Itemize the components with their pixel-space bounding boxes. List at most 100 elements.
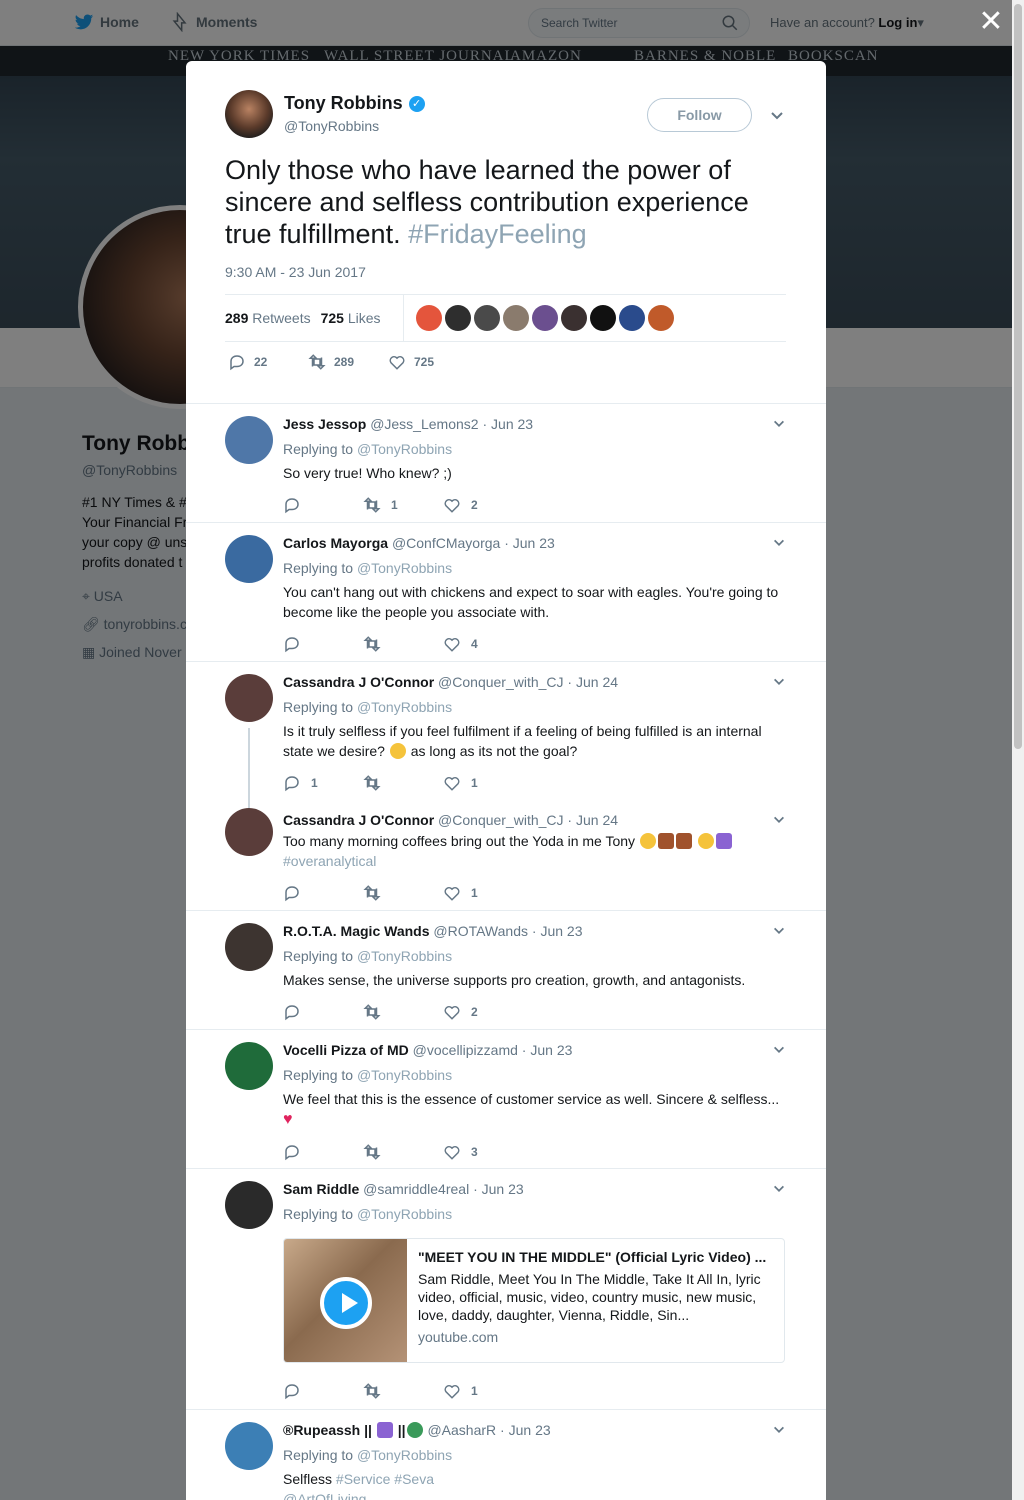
reply-tweet[interactable]: Carlos Mayorga @ConfCMayorga · Jun 23 Re… [186, 523, 826, 662]
scrollbar-thumb[interactable] [1014, 4, 1022, 749]
liker-avatar[interactable] [531, 305, 558, 331]
liker-avatar[interactable] [444, 305, 471, 331]
reply-author-handle[interactable]: @Conquer_with_CJ [438, 674, 564, 690]
reply-action[interactable]: 1 [283, 774, 363, 792]
reply-date[interactable]: Jun 23 [482, 1181, 524, 1197]
reply-tweet[interactable]: Jess Jessop @Jess_Lemons2 · Jun 23 Reply… [186, 404, 826, 523]
reply-avatar[interactable] [225, 1042, 273, 1090]
reply-tweet[interactable]: R.O.T.A. Magic Wands @ROTAWands · Jun 23… [186, 911, 826, 1030]
chevron-down-icon[interactable] [772, 536, 786, 550]
reply-author-handle[interactable]: @Conquer_with_CJ [438, 812, 564, 828]
retweet-action[interactable] [363, 1003, 443, 1021]
reply-author-name[interactable]: Cassandra J O'Connor [283, 812, 434, 828]
link-card[interactable]: "MEET YOU IN THE MIDDLE" (Official Lyric… [283, 1238, 785, 1363]
reply-author-name[interactable]: Jess Jessop [283, 416, 366, 432]
reply-author-name[interactable]: Sam Riddle [283, 1181, 359, 1197]
tweet-hashtag[interactable]: #FridayFeeling [408, 219, 587, 249]
liker-avatar[interactable] [618, 305, 645, 331]
reply-date[interactable]: Jun 23 [513, 535, 555, 551]
retweet-action[interactable] [363, 1382, 443, 1400]
like-action[interactable]: 725 [388, 353, 468, 371]
thread-continuation[interactable]: Cassandra J O'Connor @Conquer_with_CJ · … [225, 808, 786, 903]
chevron-down-icon[interactable] [772, 675, 786, 689]
retweet-action[interactable] [363, 635, 443, 653]
tweet-author-avatar[interactable] [225, 90, 273, 138]
replying-to-link[interactable]: @TonyRobbins [357, 1447, 452, 1463]
retweet-action[interactable] [363, 1143, 443, 1161]
reply-author-name[interactable]: Cassandra J O'Connor [283, 674, 434, 690]
reply-action[interactable] [283, 1143, 363, 1161]
replying-to-link[interactable]: @TonyRobbins [357, 948, 452, 964]
reply-action[interactable] [283, 884, 363, 902]
reply-author-name[interactable]: Vocelli Pizza of MD [283, 1042, 409, 1058]
reply-hashtags[interactable]: #Service #Seva [336, 1471, 434, 1487]
likes-stat[interactable]: 725 Likes [321, 310, 381, 326]
reply-author-handle[interactable]: @ROTAWands [433, 923, 528, 939]
reply-action[interactable]: 22 [228, 353, 308, 371]
like-action[interactable]: 1 [443, 1382, 523, 1400]
like-action[interactable]: 2 [443, 496, 523, 514]
tweet-timestamp[interactable]: 9:30 AM - 23 Jun 2017 [225, 264, 366, 280]
tweet-author-name[interactable]: Tony Robbins ✓ [284, 93, 425, 114]
reply-avatar[interactable] [225, 416, 273, 464]
liker-avatar[interactable] [560, 305, 587, 331]
like-action[interactable]: 4 [443, 635, 523, 653]
replying-to-link[interactable]: @TonyRobbins [357, 1067, 452, 1083]
like-action[interactable]: 3 [443, 1143, 523, 1161]
reply-author-name[interactable]: Carlos Mayorga [283, 535, 388, 551]
reply-author-name-part[interactable]: || [394, 1422, 406, 1438]
follow-button[interactable]: Follow [647, 98, 752, 132]
card-body[interactable]: "MEET YOU IN THE MIDDLE" (Official Lyric… [407, 1239, 784, 1362]
like-action[interactable]: 1 [443, 774, 523, 792]
like-action[interactable]: 1 [443, 884, 523, 902]
reply-mention[interactable]: @ArtOfLiving [283, 1491, 366, 1500]
reply-thread[interactable]: Cassandra J O'Connor @Conquer_with_CJ · … [186, 662, 826, 911]
reply-avatar[interactable] [225, 1422, 273, 1470]
reply-author-handle[interactable]: @AasharR [427, 1422, 496, 1438]
reply-date[interactable]: Jun 23 [540, 923, 582, 939]
reply-author-handle[interactable]: @Jess_Lemons2 [370, 416, 478, 432]
reply-author-name[interactable]: R.O.T.A. Magic Wands [283, 923, 430, 939]
retweet-action[interactable] [363, 774, 443, 792]
reply-action[interactable] [283, 1382, 363, 1400]
reply-date[interactable]: Jun 23 [509, 1422, 551, 1438]
retweet-action[interactable] [363, 884, 443, 902]
liker-avatar[interactable] [647, 305, 674, 331]
reply-avatar[interactable] [225, 923, 273, 971]
close-icon[interactable]: ✕ [978, 7, 1004, 37]
chevron-down-icon[interactable] [769, 108, 785, 124]
liker-avatar[interactable] [415, 305, 442, 331]
reply-date[interactable]: Jun 24 [576, 812, 618, 828]
retweet-action[interactable]: 1 [363, 496, 443, 514]
reply-author-handle[interactable]: @vocellipizzamd [413, 1042, 518, 1058]
reply-author-handle[interactable]: @ConfCMayorga [392, 535, 500, 551]
chevron-down-icon[interactable] [772, 1043, 786, 1057]
replying-to-link[interactable]: @TonyRobbins [357, 1206, 452, 1222]
scrollbar[interactable] [1012, 0, 1024, 1500]
reply-author-name[interactable]: ®Rupeassh || || [283, 1422, 424, 1438]
chevron-down-icon[interactable] [772, 417, 786, 431]
reply-date[interactable]: Jun 24 [576, 674, 618, 690]
chevron-down-icon[interactable] [772, 1423, 786, 1437]
like-action[interactable]: 2 [443, 1003, 523, 1021]
tweet-author-handle[interactable]: @TonyRobbins [284, 118, 379, 134]
reply-tweet[interactable]: ®Rupeassh || || @AasharR · Jun 23 Replyi… [186, 1410, 826, 1500]
reply-tweet[interactable]: Vocelli Pizza of MD @vocellipizzamd · Ju… [186, 1030, 826, 1169]
replying-to-link[interactable]: @TonyRobbins [357, 560, 452, 576]
card-thumbnail[interactable] [284, 1239, 407, 1362]
tweet-author-fullname[interactable]: Tony Robbins [284, 93, 403, 114]
retweets-stat[interactable]: 289 Retweets [225, 310, 311, 326]
reply-avatar[interactable] [225, 808, 273, 856]
chevron-down-icon[interactable] [772, 924, 786, 938]
play-icon[interactable] [320, 1277, 372, 1329]
reply-date[interactable]: Jun 23 [530, 1042, 572, 1058]
reply-author-handle[interactable]: @samriddle4real [363, 1181, 469, 1197]
reply-action[interactable] [283, 635, 363, 653]
reply-hashtag[interactable]: #overanalytical [283, 853, 376, 869]
liker-avatar[interactable] [473, 305, 500, 331]
replying-to-link[interactable]: @TonyRobbins [357, 699, 452, 715]
liker-avatar[interactable] [589, 305, 616, 331]
reply-date[interactable]: Jun 23 [491, 416, 533, 432]
liker-avatar[interactable] [502, 305, 529, 331]
chevron-down-icon[interactable] [772, 813, 786, 827]
